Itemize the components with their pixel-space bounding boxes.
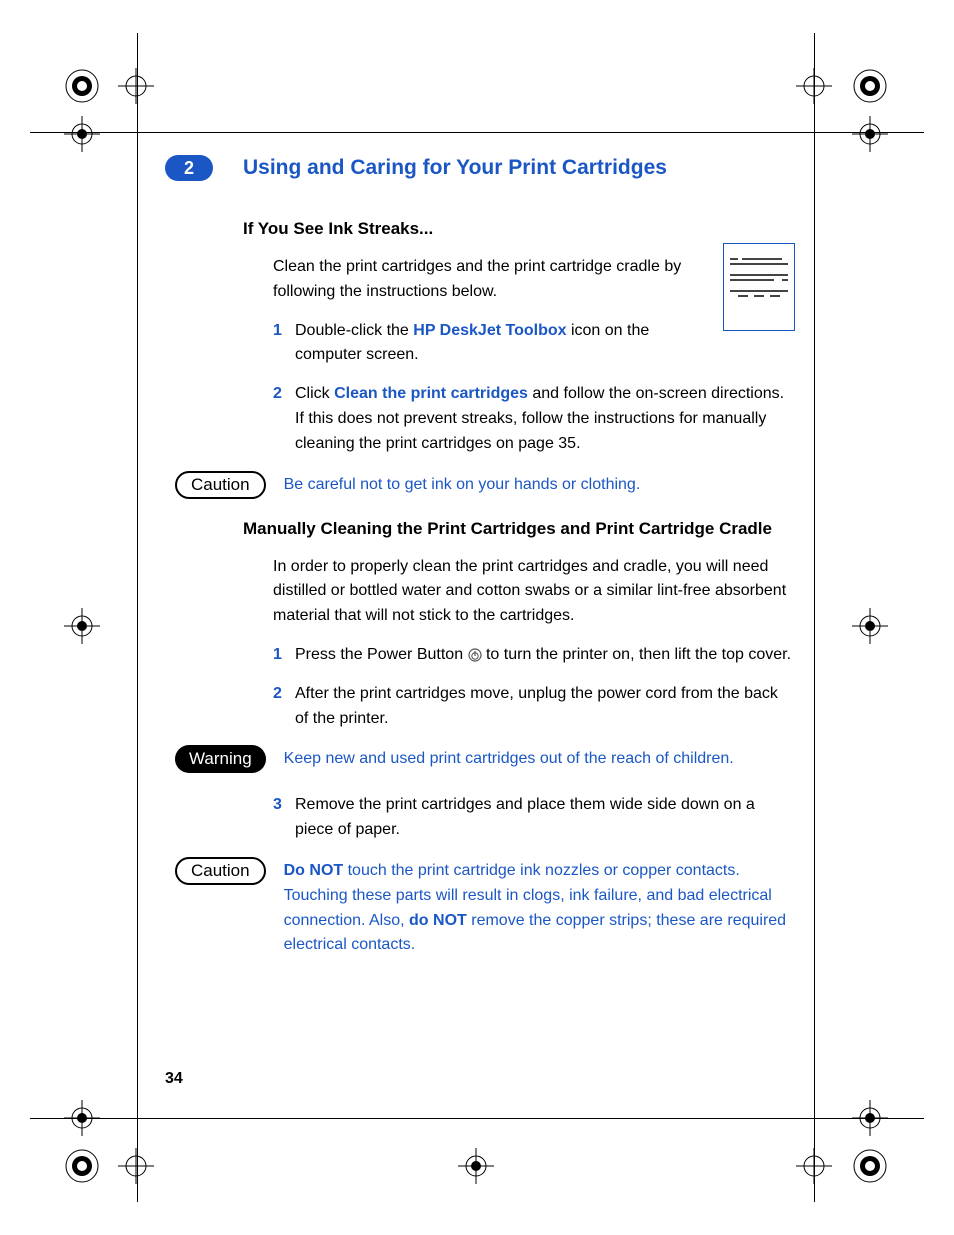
caution-badge: Caution [175,471,266,499]
step-text: Press the Power Button to turn the print… [295,643,795,668]
section-title-ink-streaks: If You See Ink Streaks... [243,219,795,239]
step-number: 1 [273,643,295,668]
registration-mark-icon [64,608,100,644]
toolbox-link: HP DeskJet Toolbox [413,322,566,339]
section2-intro: In order to properly clean the print car… [273,555,795,629]
registration-mark-icon [64,116,100,152]
clean-cartridges-link: Clean the print cartridges [334,385,528,402]
crop-line-right [814,33,815,1202]
registration-mark-icon [852,68,888,104]
step-number: 1 [273,319,295,369]
crop-line-top [30,132,924,133]
step-number: 3 [273,793,295,843]
step-number: 2 [273,682,295,732]
section2b-steps: 3 Remove the print cartridges and place … [273,793,755,843]
caution-text: Do NOT touch the print cartridge ink noz… [284,857,795,958]
crop-line-bottom [30,1118,924,1119]
registration-mark-icon [852,608,888,644]
registration-mark-icon [796,68,832,104]
list-item: 2 Click Clean the print cartridges and f… [273,382,795,456]
crop-line-left [137,33,138,1202]
caution-text: Be careful not to get ink on your hands … [284,471,795,498]
step-text: After the print cartridges move, unplug … [295,682,795,732]
list-item: 1 Press the Power Button to turn the pri… [273,643,795,668]
registration-mark-icon [118,68,154,104]
step-text: Double-click the HP DeskJet Toolbox icon… [295,319,685,369]
section-title-manual-clean: Manually Cleaning the Print Cartridges a… [243,519,795,539]
warning-text: Keep new and used print cartridges out o… [284,745,795,772]
registration-mark-icon [118,1148,154,1184]
section1-steps: 1 Double-click the HP DeskJet Toolbox ic… [273,319,685,369]
warning-badge: Warning [175,745,266,773]
page-content: 2 Using and Caring for Your Print Cartri… [165,155,795,978]
registration-mark-icon [64,1100,100,1136]
section1-steps-cont: 2 Click Clean the print cartridges and f… [273,382,795,456]
list-item: 1 Double-click the HP DeskJet Toolbox ic… [273,319,685,369]
registration-mark-icon [852,116,888,152]
list-item: 2 After the print cartridges move, unplu… [273,682,795,732]
list-item: 3 Remove the print cartridges and place … [273,793,755,843]
step-text: Click Clean the print cartridges and fol… [295,382,795,456]
section2-steps: 1 Press the Power Button to turn the pri… [273,643,795,731]
registration-mark-icon [458,1148,494,1184]
page-number: 34 [165,1070,183,1088]
step-number: 2 [273,382,295,456]
power-icon [468,648,482,662]
warning-callout: Warning Keep new and used print cartridg… [165,745,795,773]
caution-callout-2: Caution Do NOT touch the print cartridge… [165,857,795,958]
section1-intro: Clean the print cartridges and the print… [273,255,685,305]
registration-mark-icon [796,1148,832,1184]
chapter-title: Using and Caring for Your Print Cartridg… [243,156,667,180]
registration-mark-icon [852,1100,888,1136]
caution-callout: Caution Be careful not to get ink on you… [165,471,795,499]
streaks-illustration [723,243,795,331]
chapter-header: 2 Using and Caring for Your Print Cartri… [165,155,795,181]
registration-mark-icon [64,1148,100,1184]
step-text: Remove the print cartridges and place th… [295,793,755,843]
registration-mark-icon [852,1148,888,1184]
chapter-number-badge: 2 [165,155,213,181]
caution-badge: Caution [175,857,266,885]
registration-mark-icon [64,68,100,104]
